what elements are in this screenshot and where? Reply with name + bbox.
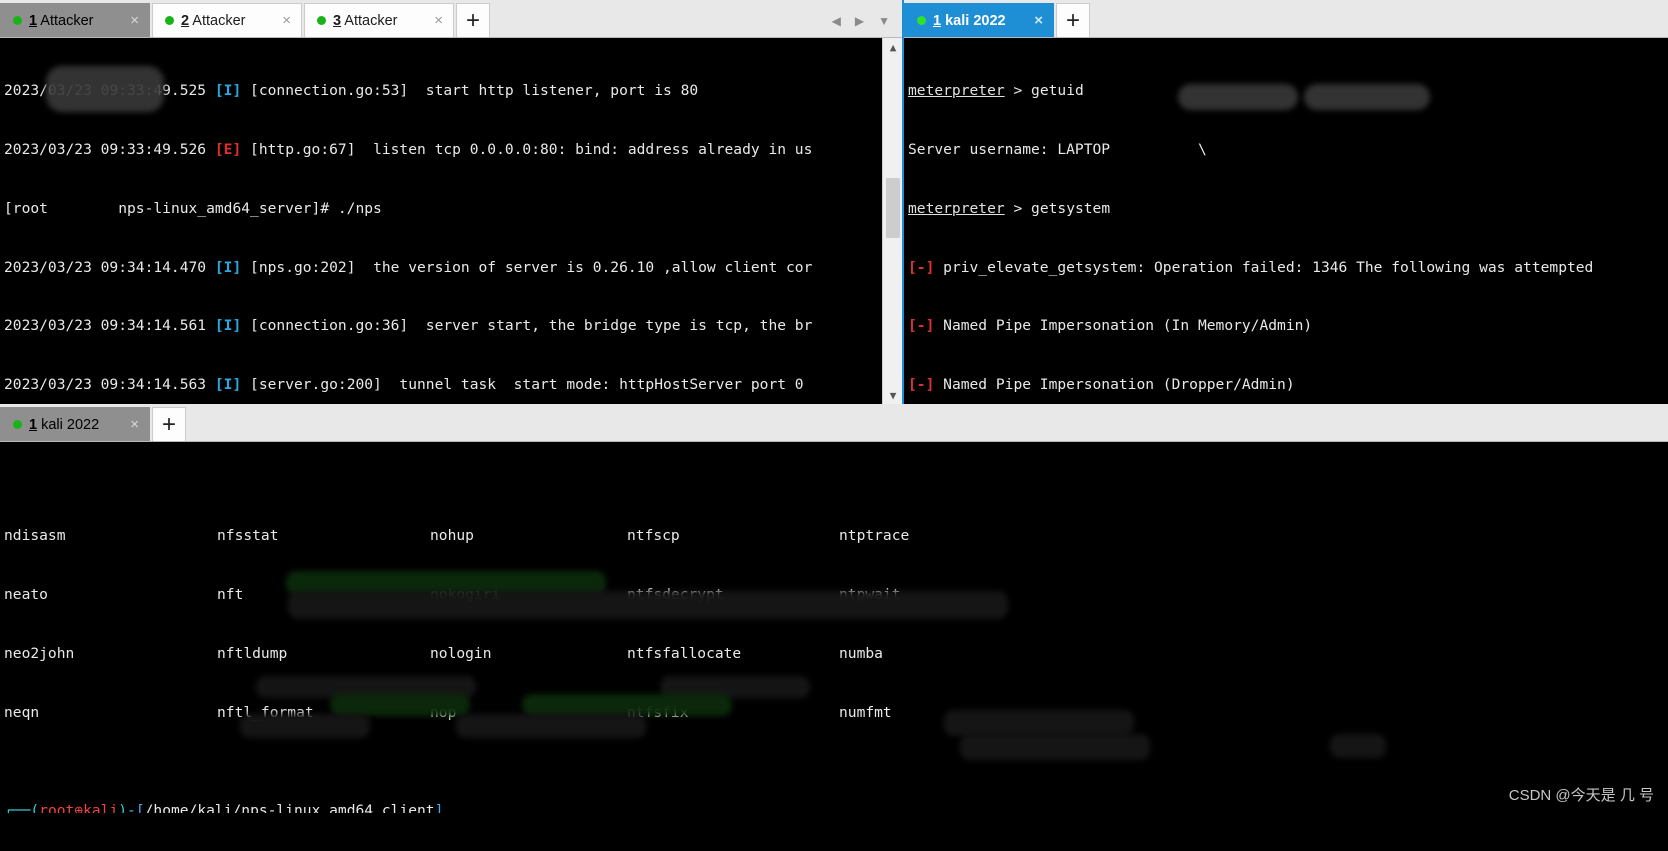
tab-list-menu-icon[interactable]: ▼ <box>878 14 890 28</box>
completion-cell: neo2john <box>4 644 75 662</box>
completion-row: neo2john nftldump nologin ntfsfallocate numb… <box>4 644 1668 664</box>
kali-bottom-terminal-body: ndisasm nfsstat nohup ntfscp ntptrace neato n… <box>0 442 1668 813</box>
completion-cell: numba <box>839 644 883 662</box>
meterpreter-prompt-line: meterpreter > getsystem <box>908 199 1111 217</box>
new-tab-button[interactable]: + <box>1056 3 1090 37</box>
tab-number: 3 <box>333 12 342 29</box>
meterpreter-terminal-body: meterpreter > getuid Server username: LA… <box>904 38 1668 404</box>
tab-title: kali 2022 <box>37 416 100 433</box>
tab-title: Attacker <box>341 12 398 29</box>
nav-next-icon[interactable]: ▶ <box>855 14 864 28</box>
tab-attacker-3[interactable]: 3 Attacker × <box>304 3 454 37</box>
completion-cell: numfmt <box>839 703 892 721</box>
redaction-overlay <box>1178 84 1298 110</box>
redaction-overlay <box>456 714 646 738</box>
tab-label: 1 kali 2022 <box>933 13 1006 29</box>
csdn-watermark: CSDN @今天是 几 号 <box>1508 787 1654 804</box>
scroll-up-icon[interactable]: ▲ <box>883 38 902 56</box>
close-icon[interactable]: × <box>1020 13 1043 28</box>
log-line: 2023/03/23 09:34:14.470 [I] [nps.go:202]… <box>4 258 813 276</box>
log-line: 2023/03/23 09:34:14.563 [I] [server.go:2… <box>4 376 804 394</box>
tab-label: 1 kali 2022 <box>29 417 99 433</box>
terminal-application-window: 1 Attacker × 2 Attacker × 3 Attacker × +… <box>0 0 1668 851</box>
completion-row: ndisasm nfsstat nohup ntfscp ntptrace <box>4 526 1668 546</box>
new-tab-button[interactable]: + <box>152 407 186 441</box>
tab-kali-2022-bottom[interactable]: 1 kali 2022 × <box>0 407 150 441</box>
completion-cell: nftldump <box>217 644 288 662</box>
left-tab-bar: 1 Attacker × 2 Attacker × 3 Attacker × +… <box>0 0 902 38</box>
completion-cell: ntptrace <box>839 527 910 545</box>
tab-number: 1 <box>933 12 942 29</box>
tab-title: kali 2022 <box>941 12 1006 29</box>
fail-line: [-] Named Pipe Impersonation (In Memory/… <box>908 317 1313 335</box>
nav-prev-icon[interactable]: ◀ <box>832 14 841 28</box>
tab-title: Attacker <box>189 12 246 29</box>
completion-cell: nohup <box>430 527 474 545</box>
tab-label: 1 Attacker <box>29 13 94 29</box>
redaction-overlay <box>46 66 164 112</box>
window-resize-grip[interactable] <box>1650 2 1664 12</box>
tab-status-dot-icon <box>165 16 174 25</box>
log-level-tag: [I] <box>214 258 242 276</box>
tab-label: 3 Attacker <box>333 13 398 29</box>
scrollbar-thumb[interactable] <box>886 178 900 238</box>
tab-kali-2022[interactable]: 1 kali 2022 × <box>904 3 1054 37</box>
log-level-tag: [I] <box>214 376 242 394</box>
tab-label: 2 Attacker <box>181 13 246 29</box>
tab-attacker-1[interactable]: 1 Attacker × <box>0 3 150 37</box>
log-line: 2023/03/23 09:34:14.561 [I] [connection.… <box>4 317 813 335</box>
log-level-tag: [E] <box>214 140 242 158</box>
close-icon[interactable]: × <box>420 13 443 28</box>
tab-nav-controls: ◀ ▶ ▼ <box>832 14 902 37</box>
completion-cell: ndisasm <box>4 527 66 545</box>
completion-cell: ntfscp <box>627 527 680 545</box>
nps-server-terminal-body: 2023/03/23 09:33:49.525 [I] [connection.… <box>0 38 902 404</box>
close-icon[interactable]: × <box>116 13 139 28</box>
tab-number: 1 <box>29 12 38 29</box>
shell-prompt-line: [root nps-linux_amd64_server]# ./nps <box>4 199 382 217</box>
prompt-corner-icon: ┌── <box>4 801 31 813</box>
new-tab-button[interactable]: + <box>456 3 490 37</box>
tab-number: 2 <box>181 12 190 29</box>
redaction-overlay <box>1330 734 1386 758</box>
tab-number: 1 <box>29 416 38 433</box>
prompt-path: /home/kali/nps-linux_amd64_client <box>144 801 435 813</box>
vertical-scrollbar[interactable]: ▲ ▼ <box>882 38 902 404</box>
tab-status-dot-icon <box>13 420 22 429</box>
log-level-tag: [I] <box>214 82 242 100</box>
completion-cell: nologin <box>430 644 492 662</box>
redaction-overlay <box>944 710 1134 736</box>
tab-status-dot-icon <box>317 16 326 25</box>
completion-cell: neqn <box>4 703 40 721</box>
log-line: 2023/03/23 09:33:49.526 [E] [http.go:67]… <box>4 140 813 158</box>
redaction-overlay <box>960 734 1150 760</box>
completion-cell: nfsstat <box>217 527 279 545</box>
pane-kali-meterpreter: 1 kali 2022 × + meterpreter > getuid Ser… <box>902 0 1668 404</box>
log-level-tag: [I] <box>214 317 242 335</box>
pane-attacker: 1 Attacker × 2 Attacker × 3 Attacker × +… <box>0 0 902 404</box>
kali-prompt-line: ┌──(root⊕kali)-[/home/kali/nps-linux_amd… <box>4 801 1668 813</box>
redaction-overlay <box>288 591 1008 619</box>
right-tab-bar: 1 kali 2022 × + <box>904 0 1668 38</box>
redaction-overlay <box>522 694 732 716</box>
tab-status-dot-icon <box>13 16 22 25</box>
bottom-tab-bar: 1 kali 2022 × + <box>0 404 1668 442</box>
pane-kali-bottom: 1 kali 2022 × + ndisasm nfsstat nohup ntfsc… <box>0 404 1668 813</box>
server-username-line: Server username: LAPTOP \ <box>908 140 1207 158</box>
tab-attacker-2[interactable]: 2 Attacker × <box>152 3 302 37</box>
fail-line: [-] Named Pipe Impersonation (Dropper/Ad… <box>908 376 1295 394</box>
kali-bottom-terminal-output[interactable]: ndisasm nfsstat nohup ntfscp ntptrace neato n… <box>0 442 1668 813</box>
redaction-overlay <box>330 694 470 716</box>
tab-title: Attacker <box>37 12 94 29</box>
close-icon[interactable]: × <box>116 417 139 432</box>
redaction-overlay <box>240 714 370 738</box>
redaction-overlay <box>1304 84 1430 110</box>
fail-line: [-] priv_elevate_getsystem: Operation fa… <box>908 258 1594 276</box>
scroll-down-icon[interactable]: ▼ <box>883 386 902 404</box>
tab-status-dot-icon <box>917 16 926 25</box>
completion-cell: neato <box>4 586 48 604</box>
completion-cell: ntfsfallocate <box>627 644 742 662</box>
close-icon[interactable]: × <box>268 13 291 28</box>
top-panes-row: 1 Attacker × 2 Attacker × 3 Attacker × +… <box>0 0 1668 404</box>
